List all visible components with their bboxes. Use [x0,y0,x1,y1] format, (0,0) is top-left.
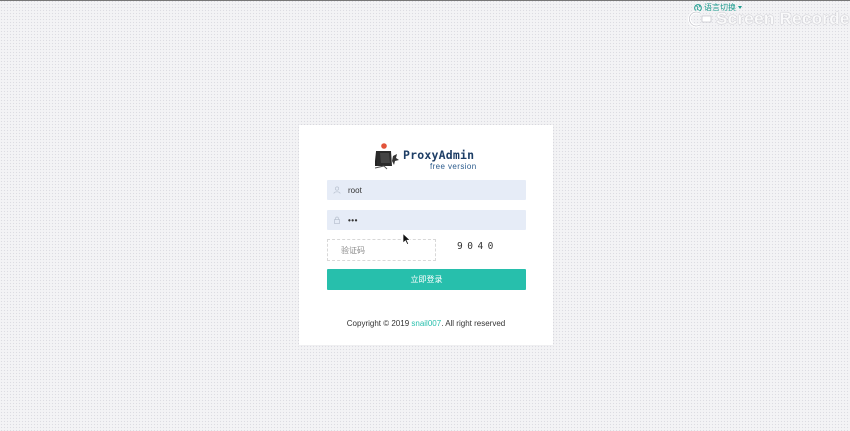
password-input[interactable] [348,215,508,225]
proxyadmin-logo-icon [375,143,399,170]
brand-title: ProxyAdmin [403,148,475,162]
lock-icon [334,216,340,224]
author-link[interactable]: snail007 [411,319,441,328]
login-card: ProxyAdmin free version 9040 立即登录 Copyri… [299,125,553,345]
username-field[interactable] [327,180,526,200]
screen-recorder-watermark: Screen Recorder [684,9,850,29]
brand-logo: ProxyAdmin free version [375,142,479,172]
watermark-text: Screen Recorder [716,9,850,28]
captcha-field[interactable] [327,239,451,261]
login-button[interactable]: 立即登录 [327,269,526,290]
captcha-input[interactable] [341,245,451,255]
captcha-image[interactable]: 9040 [457,241,498,252]
copyright-suffix: . All right reserved [441,319,506,328]
user-icon [333,186,341,194]
brand-subtitle: free version [430,162,477,171]
recorder-logo-icon [687,10,712,28]
password-field[interactable] [327,210,526,230]
copyright-footer: Copyright © 2019 snail007. All right res… [299,319,553,328]
copyright-prefix: Copyright © 2019 [346,319,412,328]
username-input[interactable] [348,185,508,195]
